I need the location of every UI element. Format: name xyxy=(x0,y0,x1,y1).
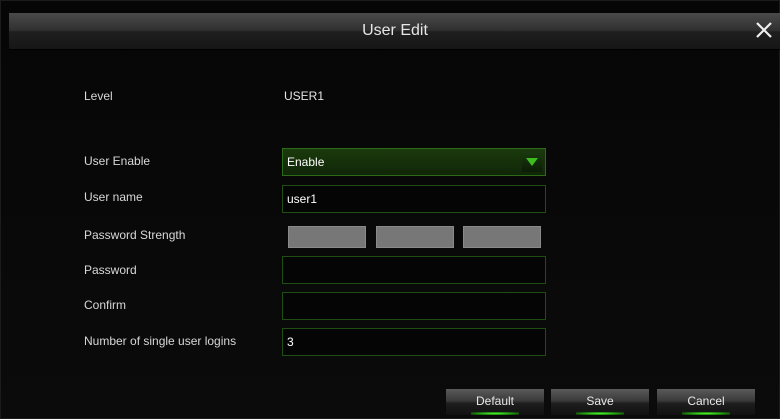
cancel-button[interactable]: Cancel xyxy=(656,388,756,416)
password-input[interactable] xyxy=(282,256,546,284)
strength-block-strong xyxy=(463,226,541,248)
save-button-label: Save xyxy=(586,394,614,408)
user-enable-value: Enable xyxy=(287,155,325,169)
single-user-logins-input[interactable]: 3 xyxy=(282,328,546,356)
default-button[interactable]: Default xyxy=(445,388,545,416)
confirm-input[interactable] xyxy=(282,292,546,320)
cancel-button-label: Cancel xyxy=(687,394,725,408)
close-icon xyxy=(756,22,772,38)
strength-block-weak xyxy=(288,226,366,248)
password-label: Password xyxy=(84,263,137,277)
level-label: Level xyxy=(84,89,113,103)
dialog-title: User Edit xyxy=(362,22,428,39)
user-name-label: User name xyxy=(84,190,143,204)
user-edit-dialog: User Edit Level USER1 User Enable Enable… xyxy=(0,0,780,419)
strength-block-medium xyxy=(376,226,454,248)
single-user-logins-label: Number of single user logins xyxy=(84,334,237,348)
dropdown-button[interactable] xyxy=(522,152,542,172)
triangle-down-icon xyxy=(526,158,538,166)
button-glow xyxy=(682,412,730,415)
user-name-input[interactable]: user1 xyxy=(282,185,546,213)
confirm-label: Confirm xyxy=(84,298,127,312)
password-strength-label: Password Strength xyxy=(84,228,186,242)
close-button[interactable] xyxy=(751,17,777,43)
save-button[interactable]: Save xyxy=(550,388,650,416)
dialog-titlebar: User Edit xyxy=(9,13,780,50)
button-glow xyxy=(471,412,519,415)
level-value: USER1 xyxy=(284,89,325,103)
user-enable-label: User Enable xyxy=(84,154,151,168)
default-button-label: Default xyxy=(475,394,515,408)
user-enable-select[interactable]: Enable xyxy=(282,148,546,176)
button-glow xyxy=(576,412,624,415)
